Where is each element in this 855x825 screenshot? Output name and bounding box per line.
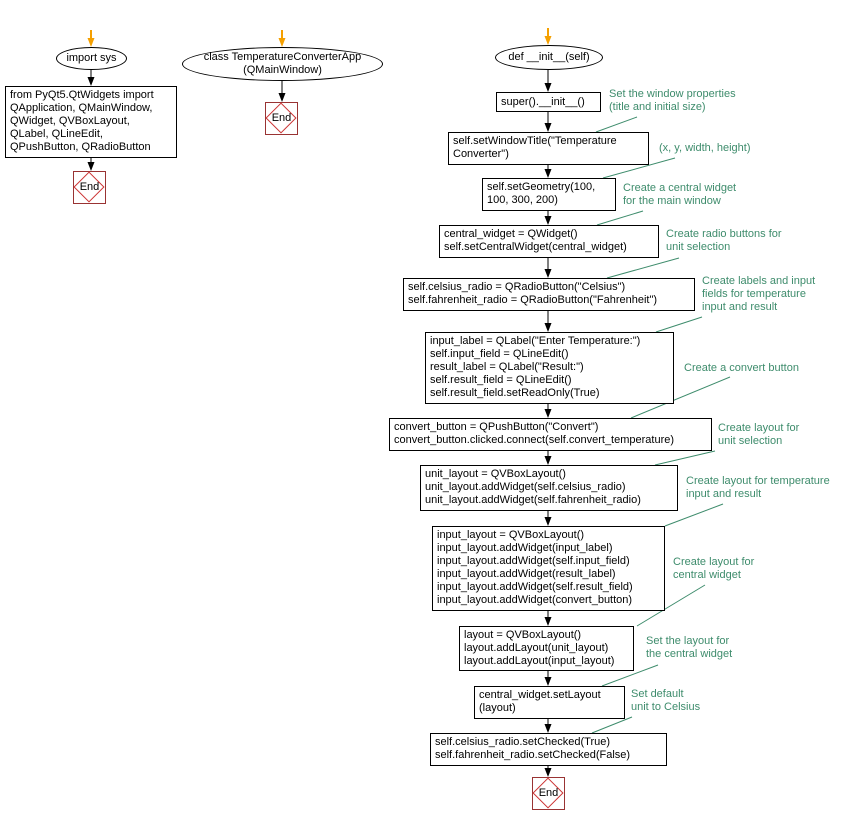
node-central-widget: central_widget = QWidget() self.setCentr… — [439, 225, 659, 258]
edge-arrowhead — [544, 724, 552, 733]
edge-arrowhead — [544, 83, 552, 92]
edge-arrowhead — [278, 93, 286, 102]
node-set-checked: self.celsius_radio.setChecked(True) self… — [430, 733, 667, 766]
edge-arrowhead — [544, 409, 552, 418]
node-super-init: super().__init__() — [496, 92, 601, 112]
node-labels-inputs: input_label = QLabel("Enter Temperature:… — [425, 332, 674, 404]
comment-leader-line — [606, 257, 680, 279]
comment-leader-line — [595, 116, 638, 133]
comment-main-layout: Create layout for central widget — [673, 556, 755, 581]
comment-convert-button: Create a convert button — [684, 362, 799, 374]
comment-geometry-args: (x, y, width, height) — [659, 142, 751, 154]
start-import-sys: import sys — [56, 47, 127, 70]
edge-arrowhead — [544, 768, 552, 777]
end-label: End — [538, 787, 559, 799]
end-label: End — [79, 181, 100, 193]
node-radio-buttons: self.celsius_radio = QRadioButton("Celsi… — [403, 278, 695, 311]
node-set-window-title: self.setWindowTitle("Temperature Convert… — [448, 132, 649, 165]
start-class: class TemperatureConverterApp (QMainWind… — [182, 47, 383, 81]
edge-arrowhead — [87, 77, 95, 86]
start-arrow-3-arrowhead — [544, 36, 552, 45]
start-arrow-2-arrowhead — [278, 38, 286, 47]
comment-leader-line — [591, 716, 633, 734]
end-node-2: End — [265, 102, 298, 135]
end-node-3: End — [532, 777, 565, 810]
node-convert-button: convert_button = QPushButton("Convert") … — [389, 418, 712, 451]
end-node-1: End — [73, 171, 106, 204]
comment-set-layout: Set the layout for the central widget — [646, 635, 733, 660]
comment-leader-line — [596, 210, 644, 226]
end-label: End — [271, 112, 292, 124]
comment-input-layout: Create layout for temperature input and … — [686, 475, 830, 500]
start-init: def __init__(self) — [495, 45, 603, 70]
edge-arrowhead — [544, 456, 552, 465]
node-input-layout: input_layout = QVBoxLayout() input_layou… — [432, 526, 665, 611]
comment-unit-layout: Create layout for unit selection — [718, 422, 800, 447]
import-box: from PyQt5.QtWidgets import QApplication… — [5, 86, 177, 158]
edge-arrowhead — [544, 323, 552, 332]
node-main-layout: layout = QVBoxLayout() layout.addLayout(… — [459, 626, 634, 671]
comment-radio-buttons: Create radio buttons for unit selection — [666, 228, 782, 253]
start-arrow-1-arrowhead — [87, 38, 95, 47]
comment-default-unit: Set default unit to Celsius — [631, 688, 701, 713]
flowchart-canvas: import sys from PyQt5.QtWidgets import Q… — [0, 0, 855, 825]
edge-arrowhead — [544, 617, 552, 626]
comment-central-widget: Create a central widget for the main win… — [623, 182, 737, 207]
comment-leader-line — [654, 450, 716, 466]
comment-leader-line — [655, 316, 703, 333]
comment-window-properties: Set the window properties (title and ini… — [609, 88, 736, 113]
edge-arrowhead — [544, 169, 552, 178]
node-set-geometry: self.setGeometry(100, 100, 300, 200) — [482, 178, 616, 211]
edge-arrowhead — [544, 123, 552, 132]
edge-arrowhead — [87, 162, 95, 171]
edge-arrowhead — [544, 517, 552, 526]
comment-labels-inputs: Create labels and input fields for tempe… — [702, 275, 816, 313]
edge-arrowhead — [544, 269, 552, 278]
edge-arrowhead — [544, 677, 552, 686]
edge-arrowhead — [544, 216, 552, 225]
node-set-layout: central_widget.setLayout (layout) — [474, 686, 625, 719]
node-unit-layout: unit_layout = QVBoxLayout() unit_layout.… — [420, 465, 678, 511]
